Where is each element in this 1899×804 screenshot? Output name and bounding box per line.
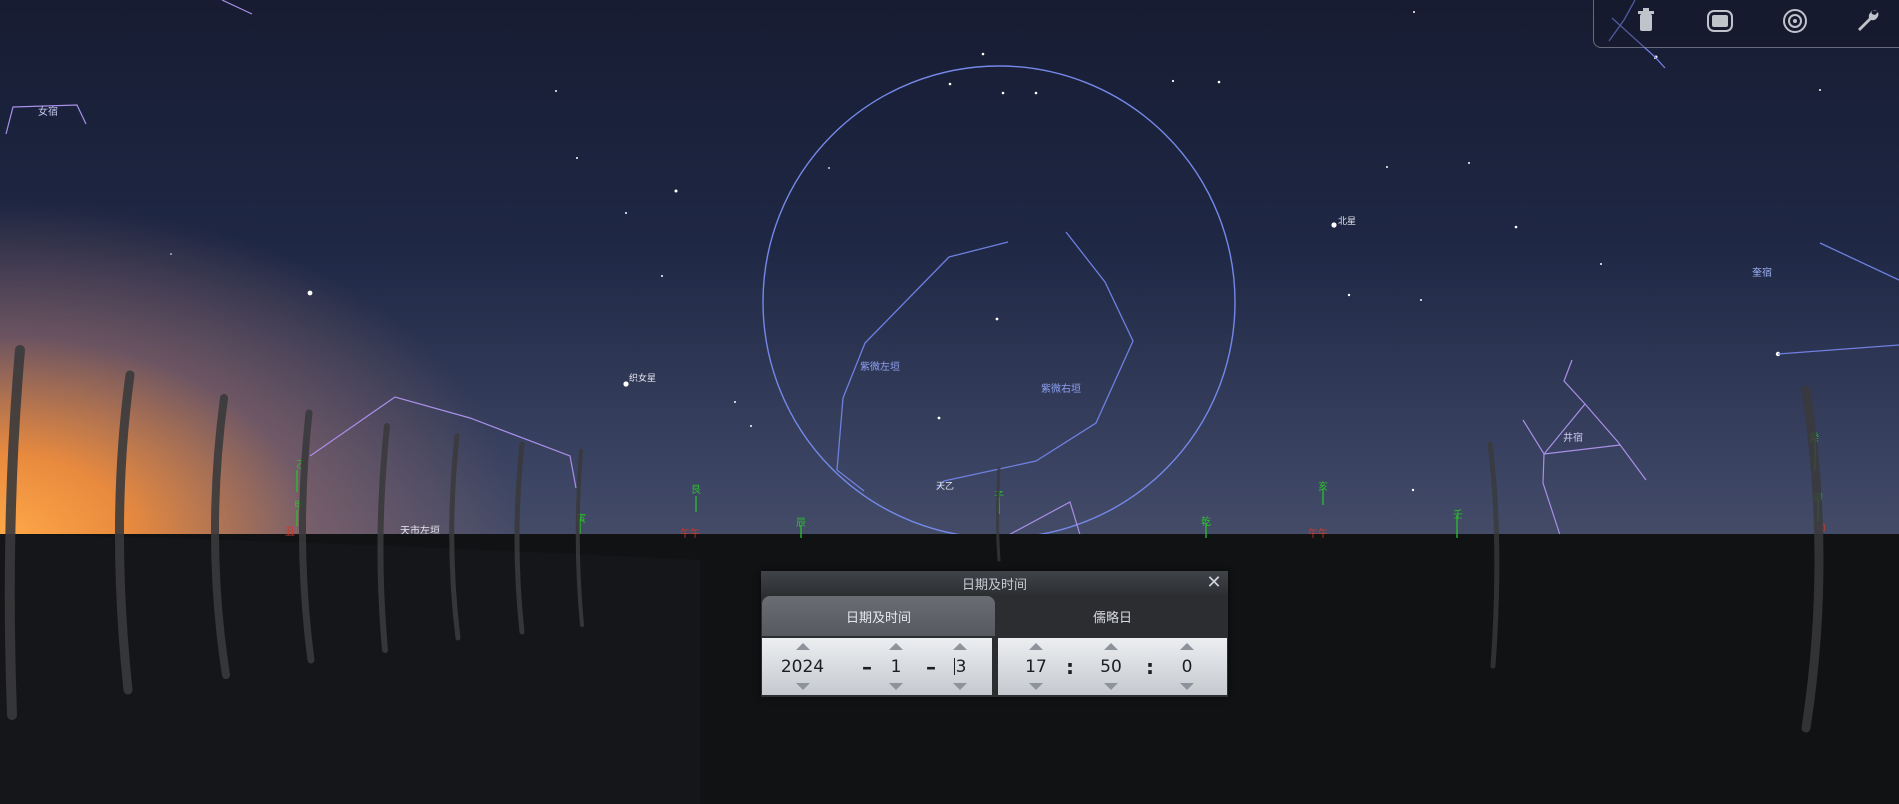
- label-jingsu: 井宿: [1563, 431, 1583, 444]
- label-tianyi: 天乙: [936, 481, 954, 492]
- tab-datetime-label: 日期及时间: [845, 610, 911, 626]
- label-kuisu: 奎宿: [1752, 266, 1772, 279]
- label-nvsu: 女宿: [38, 105, 58, 118]
- date-separator: –: [926, 654, 936, 679]
- label-zhiwei-left: 紫微左垣: [860, 360, 900, 373]
- svg-text:午午: 午午: [1308, 527, 1328, 540]
- hour-spinner[interactable]: 17: [1020, 638, 1052, 695]
- tab-datetime[interactable]: 日期及时间: [762, 596, 995, 636]
- target-icon[interactable]: [1778, 4, 1812, 38]
- stars: [170, 11, 1821, 492]
- boundary-lines: [5, 0, 1647, 539]
- time-separator: :: [1066, 654, 1074, 679]
- minute-up-arrow-icon[interactable]: [1104, 643, 1118, 650]
- day-field[interactable]: 3: [953, 656, 967, 677]
- minute-value[interactable]: 50: [1100, 657, 1122, 677]
- month-down-arrow-icon[interactable]: [889, 683, 903, 690]
- year-down-arrow-icon[interactable]: [795, 683, 810, 690]
- svg-text:丑: 丑: [285, 527, 295, 538]
- ground-shading: [0, 534, 700, 804]
- second-down-arrow-icon[interactable]: [1180, 683, 1194, 690]
- day-down-arrow-icon[interactable]: [953, 683, 967, 690]
- dialog-titlebar[interactable]: 日期及时间: [761, 571, 1228, 595]
- label-zhinv: 织女星: [629, 372, 656, 384]
- svg-text:辰: 辰: [796, 517, 806, 529]
- svg-text:乾: 乾: [1201, 515, 1211, 528]
- date-fields: 2024 – 1 – 3: [762, 638, 992, 695]
- month-spinner[interactable]: 1: [884, 638, 908, 695]
- close-icon[interactable]: ✕: [1204, 573, 1224, 593]
- dialog-title: 日期及时间: [961, 577, 1027, 593]
- label-zhiwei-right: 紫微右垣: [1041, 382, 1081, 395]
- time-fields: 17 : 50 : 0: [998, 638, 1227, 695]
- day-value: 3: [955, 656, 967, 677]
- svg-text:壬: 壬: [1453, 509, 1463, 521]
- second-spinner[interactable]: 0: [1175, 638, 1199, 695]
- constellation-lines: [836, 0, 1899, 492]
- minute-down-arrow-icon[interactable]: [1104, 683, 1118, 690]
- date-separator: –: [862, 654, 872, 679]
- top-toolbar: [1593, 0, 1899, 48]
- day-up-arrow-icon[interactable]: [953, 643, 967, 650]
- hour-up-arrow-icon[interactable]: [1029, 643, 1043, 650]
- year-spinner[interactable]: 2024: [780, 638, 825, 695]
- second-up-arrow-icon[interactable]: [1180, 643, 1194, 650]
- label-beixing: 北星: [1338, 216, 1356, 227]
- trash-icon[interactable]: [1629, 4, 1663, 38]
- year-value[interactable]: 2024: [781, 657, 824, 677]
- month-up-arrow-icon[interactable]: [889, 643, 903, 650]
- second-value[interactable]: 0: [1182, 657, 1193, 677]
- cardinal-markers: [296, 440, 1819, 538]
- hour-value[interactable]: 17: [1025, 657, 1047, 677]
- time-separator: :: [1146, 654, 1154, 679]
- tab-julian-label: 儒略日: [1092, 610, 1132, 626]
- year-up-arrow-icon[interactable]: [795, 643, 810, 650]
- datetime-dialog: 日期及时间 ✕ 日期及时间 儒略日 2024 – 1 – 3 17: 50:…: [761, 571, 1228, 697]
- text-caret: [953, 658, 955, 675]
- day-spinner[interactable]: 3: [948, 638, 972, 695]
- svg-text:午午: 午午: [680, 527, 700, 540]
- hour-down-arrow-icon[interactable]: [1029, 683, 1043, 690]
- svg-text:艮: 艮: [691, 484, 701, 496]
- minute-spinner[interactable]: 50: [1095, 638, 1127, 695]
- tab-julian-day[interactable]: 儒略日: [998, 596, 1227, 636]
- wrench-icon[interactable]: [1851, 4, 1885, 38]
- sky-label-group: 女宿 紫微左垣 紫微右垣 织女星 天乙 天市左垣 北星 奎宿 井宿: [38, 105, 1772, 537]
- fullscreen-icon[interactable]: [1703, 4, 1737, 38]
- svg-text:亥: 亥: [1318, 480, 1328, 493]
- month-value[interactable]: 1: [891, 657, 902, 677]
